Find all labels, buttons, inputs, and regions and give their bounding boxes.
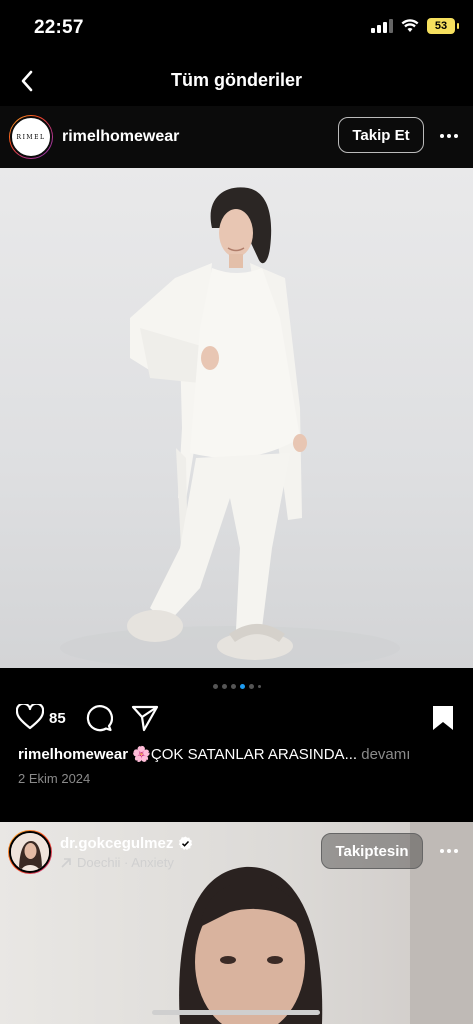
caption-username[interactable]: rimelhomewear: [18, 746, 128, 763]
avatar-photo: [11, 833, 49, 871]
post-actions: 85: [0, 700, 473, 736]
like-count[interactable]: 85: [49, 710, 66, 727]
save-button[interactable]: [431, 704, 455, 737]
next-post-avatar[interactable]: [8, 830, 52, 874]
post-date: 2 Ekim 2024: [18, 771, 91, 786]
send-icon: [131, 705, 159, 732]
more-dot-icon: [440, 849, 444, 853]
caption-emoji: 🌸: [132, 746, 151, 763]
model-photo: [60, 187, 400, 668]
avatar-logo-text: RIMEL: [16, 133, 46, 141]
carousel-indicator: [0, 684, 473, 689]
carousel-dot-active: [239, 684, 245, 689]
comment-icon: [86, 705, 114, 732]
top-nav: Tüm gönderiler: [0, 56, 473, 107]
arrow-up-right-icon: [61, 857, 71, 868]
carousel-dot: [248, 684, 254, 689]
next-post-username-row[interactable]: dr.gokcegulmez: [60, 835, 193, 852]
battery-indicator: 53: [427, 18, 459, 34]
share-button[interactable]: [131, 704, 159, 737]
carousel-dot: [257, 685, 261, 688]
verified-badge-icon: [179, 836, 193, 851]
audio-track-label: Doechii · Anxiety: [77, 855, 174, 870]
follow-button[interactable]: Takip Et: [338, 117, 424, 153]
status-bar: 22:57 53: [0, 0, 473, 56]
post-caption[interactable]: rimelhomewear 🌸ÇOK SATANLAR ARASINDA... …: [18, 745, 410, 763]
comment-button[interactable]: [85, 704, 114, 737]
avatar[interactable]: RIMEL: [9, 115, 53, 159]
post-image[interactable]: [0, 168, 473, 668]
wifi-icon: [401, 19, 419, 32]
carousel-dot: [230, 684, 236, 689]
like-button[interactable]: [15, 702, 45, 735]
next-post-username[interactable]: dr.gokcegulmez: [60, 835, 173, 852]
status-icons: 53: [371, 18, 459, 34]
caption-more-link[interactable]: devamı: [361, 746, 410, 763]
heart-icon: [15, 702, 45, 730]
more-options-button[interactable]: [436, 126, 462, 146]
post-username[interactable]: rimelhomewear: [62, 128, 179, 146]
next-post-audio[interactable]: Doechii · Anxiety: [60, 855, 174, 870]
bookmark-icon: [433, 706, 453, 730]
carousel-dot: [221, 684, 227, 689]
carousel-dot: [212, 684, 218, 689]
next-post-more-button[interactable]: [436, 841, 462, 861]
home-indicator[interactable]: [152, 1010, 320, 1015]
following-button[interactable]: Takiptesin: [321, 833, 423, 869]
page-title: Tüm gönderiler: [170, 70, 302, 90]
signal-icon: [371, 19, 393, 33]
status-time: 22:57: [34, 17, 84, 38]
caption-text: ÇOK SATANLAR ARASINDA...: [150, 746, 358, 763]
more-dot-icon: [440, 134, 444, 138]
